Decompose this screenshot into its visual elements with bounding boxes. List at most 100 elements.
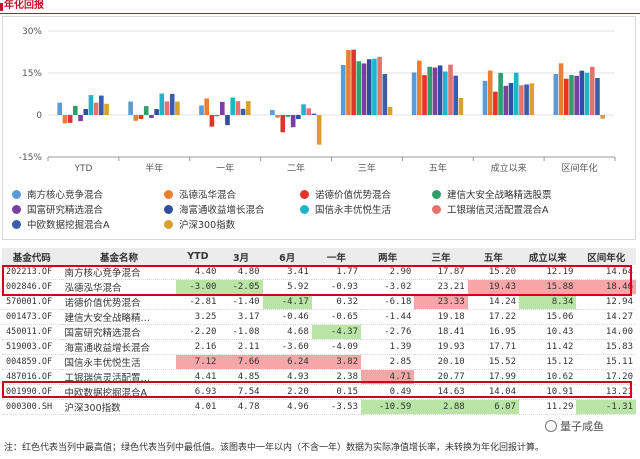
fund-code: 002846.OF (2, 279, 62, 296)
bar (563, 78, 569, 115)
y-tick-label: -15% (19, 153, 43, 163)
return-value: -1.31 (576, 399, 636, 416)
column-header[interactable]: 五年 (467, 248, 519, 265)
bar (175, 101, 180, 115)
column-header[interactable]: 3月 (219, 248, 263, 265)
return-value: 19.18 (414, 309, 468, 326)
return-value: 5.92 (262, 279, 312, 296)
return-value: 17.71 (467, 339, 519, 356)
table-row[interactable]: 487016.OF 工银瑞信灵活配置… 4.41 4.85 4.93 2.38 4.71 20… (2, 369, 636, 386)
legend-item[interactable]: 国富研究精选混合 (12, 205, 103, 217)
bar (240, 108, 246, 115)
column-header[interactable]: 6月 (262, 248, 312, 265)
table-row[interactable]: 202213.OF 南方核心竞争混合 4.40 4.80 3.41 1.77 2.90 17.… (2, 265, 636, 281)
bar (154, 109, 159, 115)
bar (93, 102, 99, 115)
bar (524, 84, 529, 115)
legend-swatch (12, 190, 21, 199)
legend-item[interactable]: 工银瑞信灵活配置混合A (432, 205, 549, 217)
bar-chart: 30% 15% 0 -15% YTD 半年 一年 二年 三年 五年 成立以来 区间年化 (19, 27, 616, 174)
table-row[interactable]: 001473.OF 建信大安全战略精… 3.25 3.17 -0.46 -0.65 -1.4… (2, 309, 636, 326)
fund-code: 202213.OF (2, 265, 62, 281)
legend-item[interactable]: 南方核心竞争混合 (12, 190, 103, 202)
column-header[interactable]: 两年 (361, 248, 415, 265)
return-value: 18.41 (414, 324, 468, 341)
fund-code: 519003.OF (2, 339, 62, 356)
column-header[interactable]: 区间年化 (576, 248, 636, 265)
fund-code: 001473.OF (2, 309, 62, 326)
bar (57, 102, 63, 115)
column-header[interactable]: 一年 (311, 248, 362, 265)
legend-item[interactable]: 国信永丰优悦生活 (300, 205, 391, 217)
legend-swatch (164, 190, 173, 199)
bar (498, 72, 503, 115)
return-value: 0.15 (311, 384, 362, 401)
x-tick-label: 成立以来 (491, 162, 527, 174)
fund-name: 南方核心竞争混合 (61, 265, 177, 281)
legend-swatch (12, 205, 21, 214)
table-row[interactable]: 000300.SH 沪深300指数 4.01 4.78 4.96 -3.53 -10.59 2… (2, 399, 636, 416)
table-row[interactable]: 570001.OF 诺德价值优势混合 -2.81 -1.40 -4.17 0.32 -6.1… (2, 294, 636, 311)
table-row[interactable]: 519003.OF 海富通收益增长混合 2.16 2.11 -3.60 -4.09 1.39… (2, 339, 636, 356)
return-value: 14.24 (467, 294, 519, 311)
table-row[interactable]: 450011.OF 国富研究精选混合 -2.20 -1.08 4.68 -4.37 -2.7… (2, 324, 636, 341)
bar (235, 101, 241, 115)
return-value: 17.22 (467, 309, 519, 326)
legend-item[interactable]: 泓德泓华混合 (164, 190, 236, 202)
column-header[interactable]: 成立以来 (518, 248, 577, 265)
bar (417, 60, 422, 115)
bar (600, 115, 605, 119)
return-value: 3.41 (262, 265, 312, 281)
return-value: 23.21 (414, 279, 468, 296)
bar (230, 97, 235, 115)
return-value: -3.02 (361, 279, 415, 296)
column-header[interactable]: YTD (176, 248, 220, 265)
bar (503, 85, 509, 115)
column-header[interactable]: 基金代码 (2, 248, 62, 265)
bar (356, 61, 362, 115)
bar (579, 70, 585, 115)
return-value: 2.38 (311, 369, 362, 386)
return-value: 0.49 (361, 384, 415, 401)
table-row[interactable]: 002846.OF 泓德泓华混合 -3.00 -2.05 5.92 -0.93 -3.02 2… (2, 279, 636, 296)
legend-item[interactable]: 中欧数据挖掘混合A (12, 220, 110, 232)
fund-name: 建信大安全战略精… (61, 309, 177, 326)
fund-code: 570001.OF (2, 294, 62, 311)
column-header[interactable]: 基金名称 (61, 248, 177, 265)
legend-swatch (164, 205, 173, 214)
return-value: 20.10 (414, 354, 468, 371)
return-value: 17.99 (467, 369, 519, 386)
bar (219, 101, 225, 115)
fund-code: 004859.OF (2, 354, 62, 371)
legend-item[interactable]: 建信大安全战略精选股票 (432, 190, 552, 202)
return-value: 4.78 (219, 399, 263, 416)
legend-label: 建信大安全战略精选股票 (447, 190, 552, 201)
legend-item[interactable]: 沪深300指数 (164, 220, 235, 232)
x-tick-label: YTD (73, 164, 92, 174)
bar (443, 71, 448, 115)
legend-swatch (300, 190, 309, 199)
return-value: 6.07 (467, 399, 519, 416)
legend-label: 海富通收益增长混合 (179, 205, 265, 216)
return-value: 6.93 (176, 384, 220, 401)
return-value: 14.64 (576, 265, 636, 281)
bar (290, 115, 296, 128)
bar (78, 115, 83, 122)
return-value: 23.33 (414, 294, 468, 311)
column-header[interactable]: 三年 (414, 248, 468, 265)
legend-label: 沪深300指数 (179, 220, 236, 231)
fund-name: 泓德泓华混合 (61, 279, 177, 296)
return-value: -3.60 (262, 339, 312, 356)
table-row[interactable]: 004859.OF 国信永丰优悦生活 7.12 7.66 6.24 3.82 2.85 20.… (2, 354, 636, 371)
return-value: 17.87 (414, 265, 468, 281)
return-value: -4.37 (311, 324, 362, 341)
legend-item[interactable]: 海富通收益增长混合 (164, 205, 265, 217)
return-value: -2.81 (176, 294, 220, 311)
return-value: -3.00 (176, 279, 220, 296)
return-value: 15.20 (467, 265, 519, 281)
return-value: 14.04 (467, 384, 519, 401)
bar (595, 78, 600, 115)
legend-item[interactable]: 诺德价值优势混合 (300, 190, 391, 202)
table-row[interactable]: 001990.OF 中欧数据挖掘混合A 6.93 7.54 2.20 0.15 0.49 14… (2, 384, 636, 401)
return-value: -0.46 (262, 309, 312, 326)
